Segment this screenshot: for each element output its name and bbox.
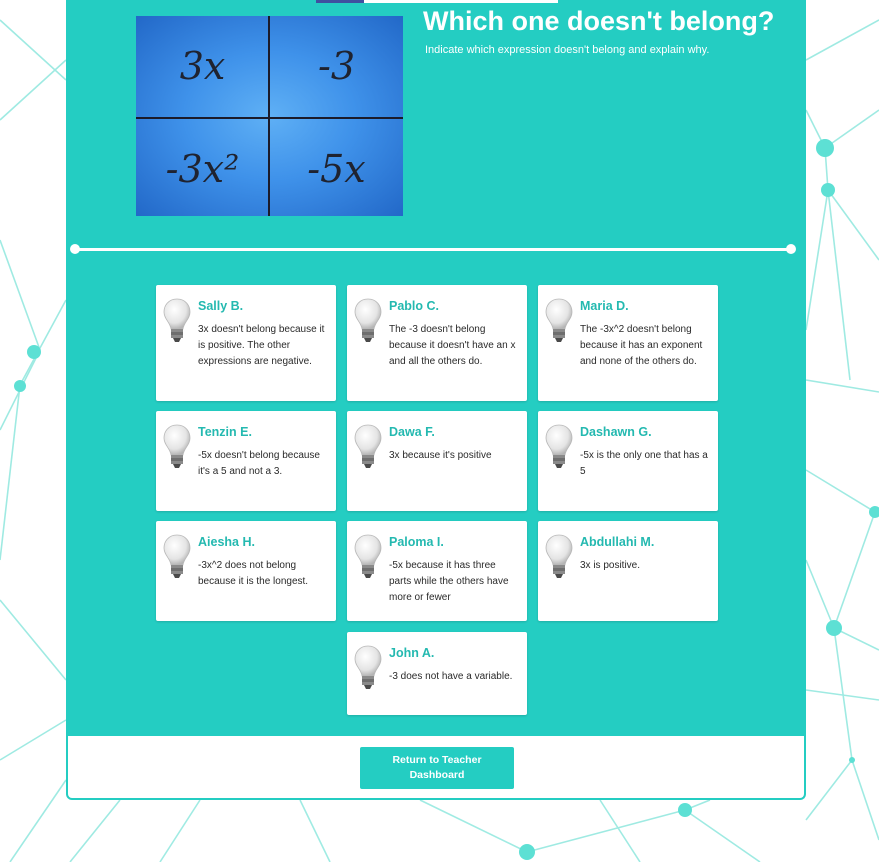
response-card[interactable]: Sally B. 3x doesn't belong because it is … xyxy=(156,285,336,401)
student-name: Maria D. xyxy=(580,299,629,313)
response-card[interactable]: Dashawn G. -5x is the only one that has a… xyxy=(538,411,718,511)
lightbulb-icon xyxy=(353,644,383,694)
response-card[interactable]: Abdullahi M. 3x is positive. xyxy=(538,521,718,621)
response-text: 3x is positive. xyxy=(580,560,641,571)
expression-cell: -3 xyxy=(317,44,356,88)
lightbulb-icon xyxy=(544,533,574,583)
lightbulb-icon xyxy=(544,297,574,347)
slider-handle-right[interactable] xyxy=(786,244,796,254)
activity-instructions: Indicate which expression doesn't belong… xyxy=(425,44,710,56)
lightbulb-icon xyxy=(353,297,383,347)
return-to-dashboard-button[interactable]: Return to Teacher Dashboard xyxy=(360,747,514,789)
lightbulb-icon xyxy=(353,423,383,473)
student-name: Dawa F. xyxy=(389,425,435,439)
response-text: -3x^2 does not belong because it is the … xyxy=(198,560,309,587)
activity-panel: 3x -3 -3x² -5x Which one doesn't belong?… xyxy=(66,0,806,800)
slider-track[interactable] xyxy=(74,248,792,251)
student-name: Paloma I. xyxy=(389,535,444,549)
response-text: -5x because it has three parts while the… xyxy=(389,560,509,603)
lightbulb-icon xyxy=(162,297,192,347)
lightbulb-icon xyxy=(353,533,383,583)
top-tab-indicator xyxy=(316,0,364,3)
expression-cell: -3x² xyxy=(165,147,240,191)
response-card[interactable]: Pablo C. The -3 doesn't belong because it… xyxy=(347,285,527,401)
response-card[interactable]: Paloma I. -5x because it has three parts … xyxy=(347,521,527,621)
student-name: John A. xyxy=(389,646,435,660)
lightbulb-icon xyxy=(162,423,192,473)
top-tab-indicator-light xyxy=(364,0,558,3)
response-text: 3x because it's positive xyxy=(389,450,492,461)
student-name: Pablo C. xyxy=(389,299,440,313)
lightbulb-icon xyxy=(544,423,574,473)
prompt-image: 3x -3 -3x² -5x xyxy=(136,16,403,216)
student-name: Aiesha H. xyxy=(198,535,255,549)
expression-cell: 3x xyxy=(179,44,226,88)
response-text: The -3x^2 doesn't belong because it has … xyxy=(580,324,703,367)
response-text: -5x is the only one that has a 5 xyxy=(580,450,708,477)
response-text: -3 does not have a variable. xyxy=(389,671,513,682)
activity-title: Which one doesn't belong? xyxy=(423,6,775,36)
response-card[interactable]: Tenzin E. -5x doesn't belong because it's… xyxy=(156,411,336,511)
student-name: Abdullahi M. xyxy=(580,535,655,549)
student-name: Sally B. xyxy=(198,299,244,313)
response-text: -5x doesn't belong because it's a 5 and … xyxy=(198,450,320,477)
response-text: The -3 doesn't belong because it doesn't… xyxy=(389,324,516,367)
footer-bar: Return to Teacher Dashboard xyxy=(68,736,804,798)
slider-handle-left[interactable] xyxy=(70,244,80,254)
response-card[interactable]: Aiesha H. -3x^2 does not belong because i… xyxy=(156,521,336,621)
response-text: 3x doesn't belong because it is positive… xyxy=(198,324,325,367)
lightbulb-icon xyxy=(162,533,192,583)
student-name: Tenzin E. xyxy=(198,425,252,439)
response-card[interactable]: Maria D. The -3x^2 doesn't belong because… xyxy=(538,285,718,401)
response-card[interactable]: John A. -3 does not have a variable. xyxy=(347,632,527,715)
expression-cell: -5x xyxy=(307,147,366,191)
response-card[interactable]: Dawa F. 3x because it's positive xyxy=(347,411,527,511)
student-name: Dashawn G. xyxy=(580,425,652,439)
